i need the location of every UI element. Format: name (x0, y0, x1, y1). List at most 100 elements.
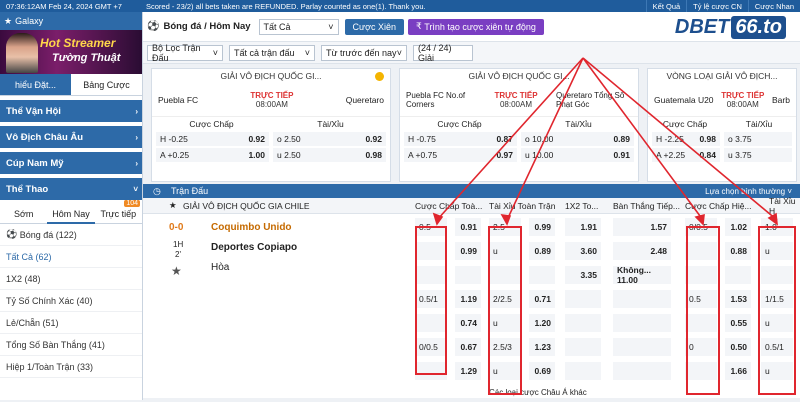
time-range-select[interactable]: Từ trước đến nay ˅ (321, 44, 407, 61)
odds-cell-ft-handicap-line[interactable] (415, 242, 447, 260)
odds-cell-ft-handicap-line[interactable]: 0/0.5 (415, 338, 447, 356)
odds-cell-ft-handicap-odds[interactable]: 0.67 (455, 338, 481, 356)
sidebar-item-correct-score[interactable]: Tỷ Số Chính Xác (40) (0, 290, 142, 312)
favorite-star-icon[interactable]: ★ (171, 264, 182, 278)
odds-cell[interactable]: A +2.25 0.84 (652, 148, 720, 162)
odds-cell-odds-1x2[interactable] (565, 290, 601, 308)
odds-cell-half-handicap-line[interactable] (685, 362, 717, 380)
odds-cell[interactable]: u 3.75 (724, 148, 792, 162)
odds-cell-ft-handicap-odds[interactable]: 1.19 (455, 290, 481, 308)
parlay-button[interactable]: Cược Xiên (344, 18, 404, 35)
auto-parlay-button[interactable]: ₹ Trình tạo cược xiên tự động (408, 18, 544, 35)
odds-cell-half-handicap-odds[interactable]: 1.66 (725, 362, 751, 380)
odds-cell[interactable]: A +0.75 0.97 (404, 148, 517, 162)
odds-cell-ft-handicap-line[interactable] (415, 362, 447, 380)
odds-cell[interactable]: H -0.25 0.92 (156, 132, 269, 146)
display-mode-select[interactable]: Lựa chọn bình thường ˅ (705, 187, 792, 196)
odds-cell-ft-ou-odds[interactable] (529, 266, 555, 284)
away-team[interactable]: Deportes Copiapo (211, 242, 297, 253)
odds-cell[interactable]: H -0.75 0.87 (404, 132, 517, 146)
odds-cell-half-ou-line[interactable]: 0.5/1 (761, 338, 793, 356)
odds-cell-next-goal[interactable] (613, 290, 671, 308)
odds-cell-ft-ou-line[interactable]: 2/2.5 (489, 290, 521, 308)
odds-cell-ft-ou-odds[interactable]: 1.23 (529, 338, 555, 356)
odds-cell[interactable]: u 2.50 0.98 (273, 148, 386, 162)
odds-cell-ft-ou-line[interactable] (489, 266, 521, 284)
match-card[interactable]: GIẢI VÔ ĐỊCH QUỐC GI... Puebla FC No.of … (399, 68, 639, 182)
sidebar-section-sports[interactable]: Thể Thao ˅ (0, 178, 142, 200)
odds-cell-odds-1x2[interactable]: 3.35 (565, 266, 601, 284)
odds-cell-next-goal[interactable]: 1.57 (613, 218, 671, 236)
odds-type-select[interactable]: Tỷ lệ cược CN (686, 0, 748, 12)
tab-bet-guide[interactable]: hiểu Đặt... (0, 74, 71, 95)
odds-cell-half-handicap-odds[interactable]: 0.88 (725, 242, 751, 260)
odds-cell-ft-ou-line[interactable]: 2.5 (489, 218, 521, 236)
sidebar-item-ht-ft[interactable]: Hiệp 1/Toàn Trận (33) (0, 356, 142, 378)
odds-cell[interactable]: u 10.00 0.91 (521, 148, 634, 162)
tab-bet-table[interactable]: Bảng Cược (71, 74, 142, 95)
odds-cell-half-ou-line[interactable]: u (761, 362, 793, 380)
odds-cell-half-ou-line[interactable] (761, 266, 793, 284)
sidebar-section-euro[interactable]: Vô Địch Châu Âu › (0, 126, 142, 148)
bet-quick-toggle[interactable]: Cược Nhan (747, 0, 800, 12)
odds-cell[interactable]: o 10.00 0.89 (521, 132, 634, 146)
sidebar-item-all[interactable]: Tất Cả (62) (0, 246, 142, 268)
odds-cell[interactable]: o 3.75 (724, 132, 792, 146)
sport-filter-select[interactable]: Tất Cả ˅ (258, 18, 339, 35)
odds-cell[interactable]: H -2.25 0.98 (652, 132, 720, 146)
galaxy-header[interactable]: ★ Galaxy (0, 12, 142, 30)
sidebar-section-olympics[interactable]: Thể Vận Hội › (0, 100, 142, 122)
all-matches-select[interactable]: Tất cả trận đấu ˅ (229, 44, 315, 61)
odds-cell-half-handicap-odds[interactable] (725, 266, 751, 284)
sidebar-item-1x2[interactable]: 1X2 (48) (0, 268, 142, 290)
odds-cell-half-handicap-odds[interactable]: 0.55 (725, 314, 751, 332)
odds-cell-ft-ou-line[interactable]: u (489, 362, 521, 380)
match-filter-select[interactable]: Bộ Lọc Trận Đấu ˅ (147, 43, 223, 63)
odds-cell-next-goal[interactable] (613, 362, 671, 380)
odds-cell-next-goal[interactable] (613, 338, 671, 356)
odds-cell-half-handicap-line[interactable]: 0.5 (685, 290, 717, 308)
odds-cell-odds-1x2[interactable] (565, 362, 601, 380)
sidebar-item-total-goals[interactable]: Tổng Số Bàn Thắng (41) (0, 334, 142, 356)
match-card[interactable]: GIẢI VÔ ĐỊCH QUỐC GI... Puebla FC TRỰC TI… (151, 68, 391, 182)
odds-cell-next-goal[interactable] (613, 314, 671, 332)
odds-cell-half-handicap-line[interactable] (685, 314, 717, 332)
odds-cell-next-goal[interactable]: Không... 11.00 (613, 265, 671, 285)
odds-cell-ft-ou-odds[interactable]: 0.89 (529, 242, 555, 260)
odds-cell-ft-ou-odds[interactable]: 0.71 (529, 290, 555, 308)
odds-cell-half-handicap-line[interactable] (685, 266, 717, 284)
odds-cell-ft-handicap-odds[interactable]: 0.99 (455, 242, 481, 260)
odds-cell-half-ou-line[interactable]: u (761, 242, 793, 260)
odds-cell-half-ou-line[interactable]: 1/1.5 (761, 290, 793, 308)
odds-cell-half-handicap-odds[interactable]: 0.50 (725, 338, 751, 356)
odds-cell-odds-1x2[interactable]: 3.60 (565, 242, 601, 260)
sidebar-item-odd-even[interactable]: Lẻ/Chẵn (51) (0, 312, 142, 334)
odds-cell-ft-ou-odds[interactable]: 0.69 (529, 362, 555, 380)
odds-cell-ft-ou-odds[interactable]: 1.20 (529, 314, 555, 332)
star-icon[interactable]: ★ (169, 200, 177, 211)
more-asian-odds-link[interactable]: Các loại cược Châu Á khác (489, 388, 587, 397)
odds-cell-ft-handicap-odds[interactable]: 0.74 (455, 314, 481, 332)
odds-cell-odds-1x2[interactable] (565, 338, 601, 356)
odds-cell-ft-handicap-line[interactable]: 0.5/1 (415, 290, 447, 308)
home-team[interactable]: Coquimbo Unido (211, 222, 292, 233)
odds-cell-ft-handicap-line[interactable] (415, 314, 447, 332)
odds-cell-half-ou-line[interactable]: u (761, 314, 793, 332)
odds-cell[interactable]: o 2.50 0.92 (273, 132, 386, 146)
odds-cell-half-handicap-odds[interactable]: 1.02 (725, 218, 751, 236)
odds-cell-ft-ou-line[interactable]: u (489, 314, 521, 332)
odds-cell-ft-handicap-line[interactable]: 0.5 (415, 218, 447, 236)
odds-cell-odds-1x2[interactable]: 1.91 (565, 218, 601, 236)
odds-cell-ft-ou-line[interactable]: 2.5/3 (489, 338, 521, 356)
odds-cell-ft-ou-line[interactable]: u (489, 242, 521, 260)
league-count-select[interactable]: (24 / 24) Giải (413, 43, 473, 63)
tab-today[interactable]: Hôm Nay (47, 204, 95, 224)
sidebar-section-copa[interactable]: Cúp Nam Mỹ › (0, 152, 142, 174)
odds-cell-ft-handicap-odds[interactable] (455, 266, 481, 284)
results-button[interactable]: Kết Quả (645, 0, 687, 12)
odds-cell-half-handicap-odds[interactable]: 1.53 (725, 290, 751, 308)
odds-cell-ft-handicap-odds[interactable]: 1.29 (455, 362, 481, 380)
odds-cell-half-handicap-line[interactable]: 0 (685, 338, 717, 356)
sidebar-item-football[interactable]: ⚽ Bóng đá (122) (0, 224, 142, 246)
tab-early[interactable]: Sớm (0, 204, 47, 224)
